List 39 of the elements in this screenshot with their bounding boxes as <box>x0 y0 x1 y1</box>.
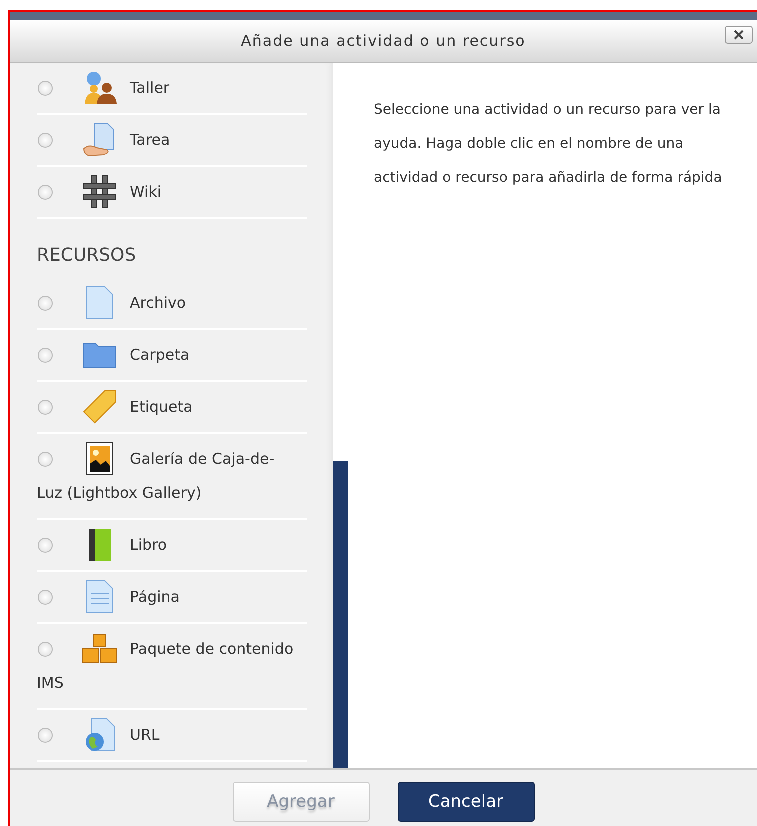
item-label[interactable]: Etiqueta <box>37 390 307 424</box>
image-icon <box>86 442 114 476</box>
radio-button[interactable] <box>38 185 53 200</box>
item-label[interactable]: Tarea <box>37 123 307 157</box>
people-icon <box>82 71 118 105</box>
dialog-title: Añade una actividad o un recurso <box>241 32 526 50</box>
globe-document-icon <box>84 718 116 752</box>
item-label[interactable]: Carpeta <box>37 338 307 372</box>
radio-button[interactable] <box>38 133 53 148</box>
wiki-icon <box>83 175 117 209</box>
item-label[interactable]: Paquete de contenido IMS <box>37 632 307 700</box>
radio-button[interactable] <box>38 400 53 415</box>
item-label[interactable]: Taller <box>37 71 307 105</box>
document-icon <box>85 286 115 320</box>
boxes-icon <box>82 634 118 664</box>
item-label[interactable]: URL <box>37 718 307 752</box>
item-label[interactable]: Galería de Caja-de-Luz (Lightbox Gallery) <box>37 442 307 510</box>
radio-button[interactable] <box>38 81 53 96</box>
radio-button[interactable] <box>38 642 53 657</box>
help-text: Seleccione una actividad o un recurso para ver la ayuda. Haga doble clic en el nombre de una actividad o recurso para añadirla de forma rápida <box>374 101 724 188</box>
item-label[interactable]: Archivo <box>37 286 307 320</box>
item-label[interactable]: Libro <box>37 528 307 562</box>
section-heading: RECURSOS <box>37 244 138 268</box>
tag-icon <box>83 390 117 424</box>
cancel-button[interactable]: Cancelar <box>398 782 534 822</box>
radio-button[interactable] <box>38 296 53 311</box>
radio-button[interactable] <box>38 728 53 743</box>
item-label[interactable]: Wiki <box>37 175 307 209</box>
page-icon <box>85 580 115 614</box>
radio-button[interactable] <box>38 538 53 553</box>
close-button[interactable] <box>725 26 753 44</box>
radio-button[interactable] <box>38 348 53 363</box>
book-icon <box>88 528 112 562</box>
close-icon <box>734 30 744 40</box>
hand-document-icon <box>83 123 117 157</box>
item-label[interactable]: Página <box>37 580 307 614</box>
folder-icon <box>83 341 117 369</box>
radio-button[interactable] <box>38 452 53 467</box>
radio-button[interactable] <box>38 590 53 605</box>
